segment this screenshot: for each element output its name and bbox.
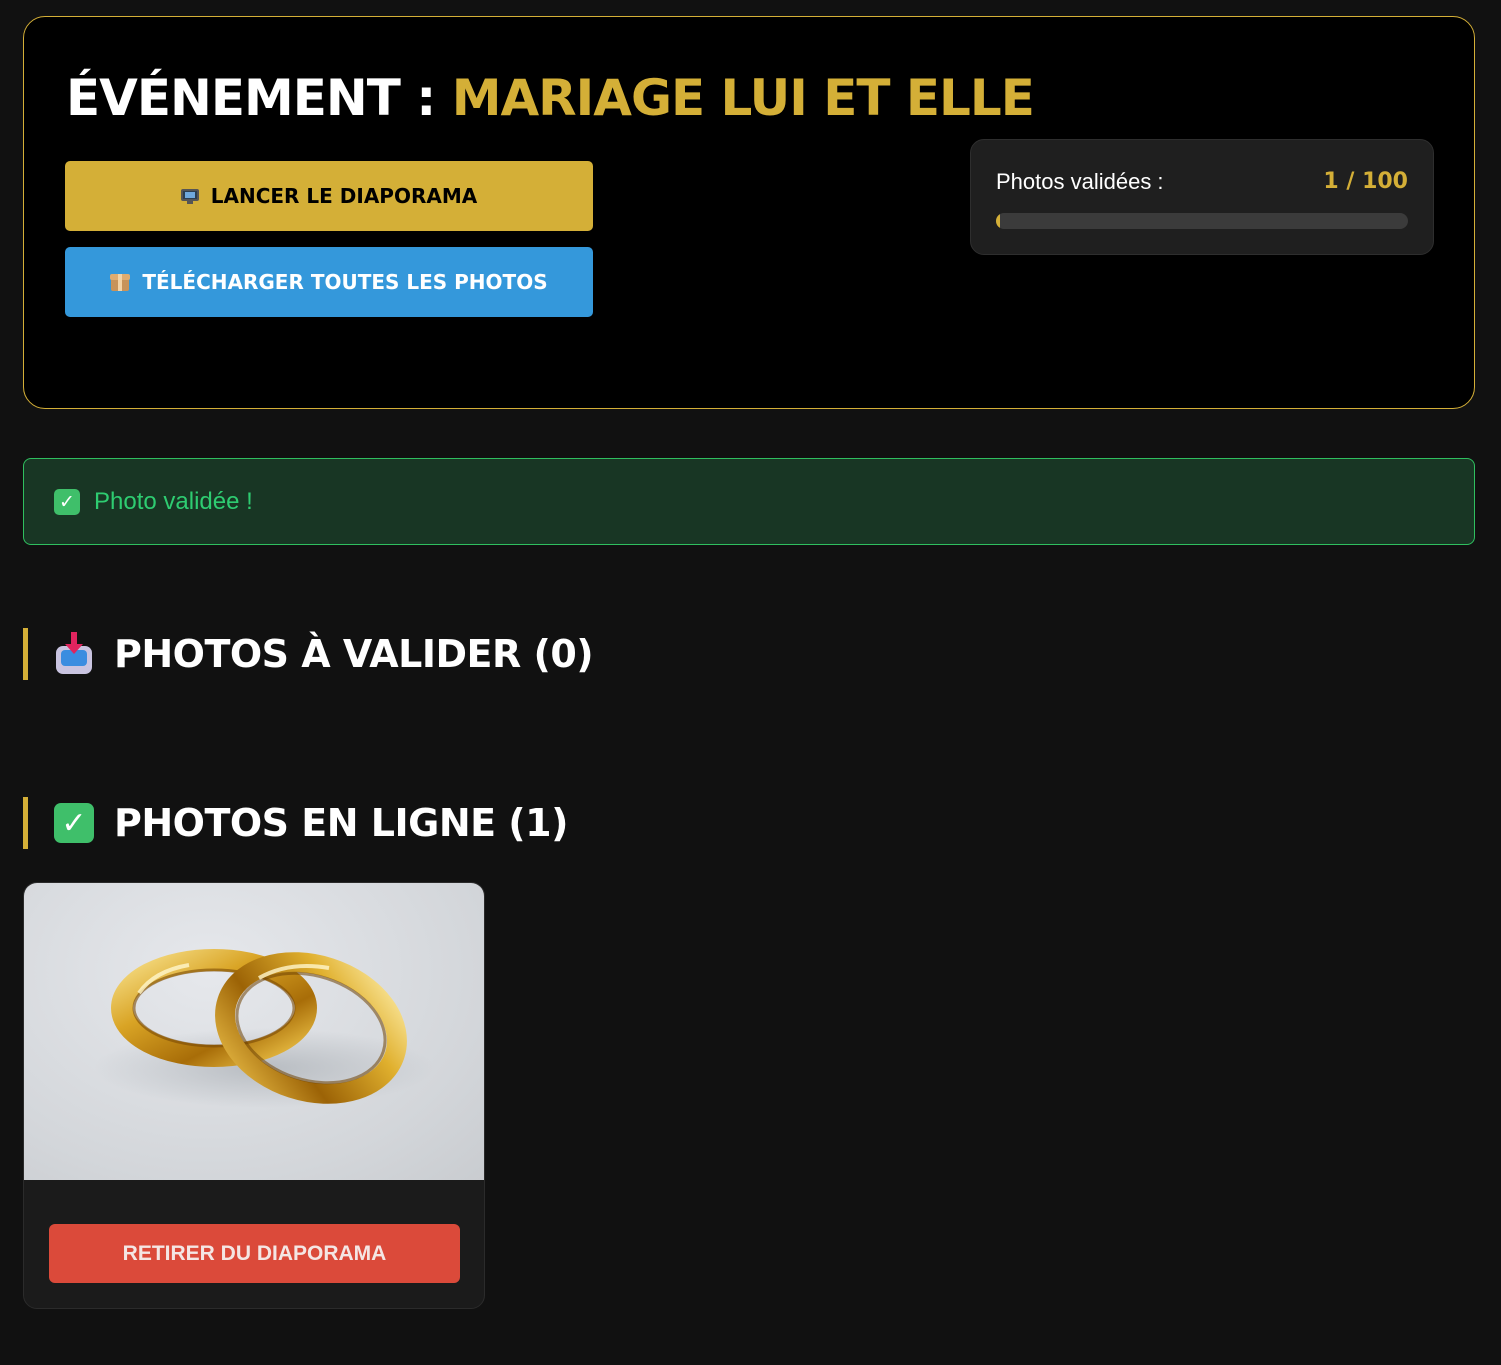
launch-slideshow-label: LANCER LE DIAPORAMA xyxy=(210,184,478,208)
online-photos-heading: PHOTOS EN LIGNE (1) xyxy=(114,801,568,845)
pending-photos-heading: PHOTOS À VALIDER (0) xyxy=(114,632,594,676)
validated-photos-stats: Photos validées : 1 / 100 xyxy=(970,139,1434,255)
event-title-prefix: ÉVÉNEMENT : xyxy=(66,69,452,127)
validated-photos-progress-fill xyxy=(996,213,1001,229)
download-all-photos-label: TÉLÉCHARGER TOUTES LES PHOTOS xyxy=(142,270,548,294)
online-photo-card: RETIRER DU DIAPORAMA xyxy=(23,882,485,1309)
validated-photos-count: 1 / 100 xyxy=(1323,169,1408,194)
wedding-rings-photo xyxy=(24,883,484,1180)
inbox-tray-icon xyxy=(54,632,94,676)
download-all-photos-button[interactable]: TÉLÉCHARGER TOUTES LES PHOTOS xyxy=(65,247,593,317)
remove-from-slideshow-button[interactable]: RETIRER DU DIAPORAMA xyxy=(49,1224,460,1283)
success-alert: ✓ Photo validée ! xyxy=(23,458,1475,545)
package-icon xyxy=(110,272,131,292)
success-alert-text: Photo validée ! xyxy=(94,487,253,515)
online-photos-section-title: ✓ PHOTOS EN LIGNE (1) xyxy=(23,797,568,849)
check-mark-icon: ✓ xyxy=(54,488,80,515)
launch-slideshow-button[interactable]: LANCER LE DIAPORAMA xyxy=(65,161,593,231)
validated-photos-progress-bar xyxy=(996,213,1408,229)
event-header-card: ÉVÉNEMENT : MARIAGE LUI ET ELLE LANCER L… xyxy=(23,16,1475,409)
pending-photos-section-title: PHOTOS À VALIDER (0) xyxy=(23,628,594,680)
event-title: ÉVÉNEMENT : MARIAGE LUI ET ELLE xyxy=(66,69,1035,127)
event-name: MARIAGE LUI ET ELLE xyxy=(451,69,1035,127)
check-mark-icon: ✓ xyxy=(54,803,94,843)
tv-icon xyxy=(180,188,199,204)
wedding-rings-image xyxy=(94,949,434,1108)
validated-photos-label: Photos validées : xyxy=(996,169,1164,194)
